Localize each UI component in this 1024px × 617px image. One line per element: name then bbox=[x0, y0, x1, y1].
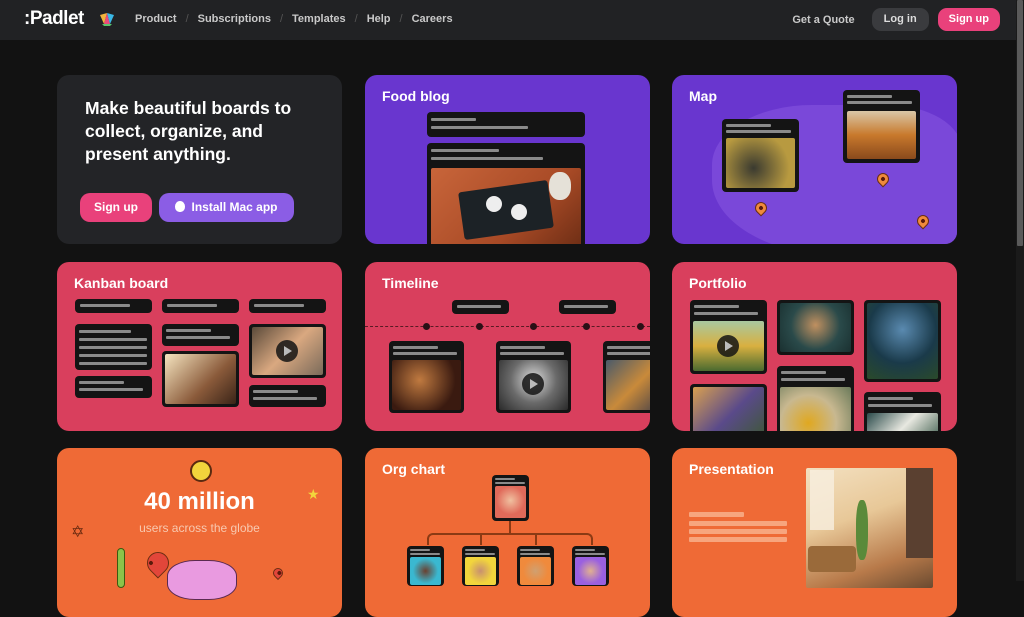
post-card bbox=[496, 341, 571, 413]
timeline-label bbox=[452, 300, 509, 314]
install-mac-app-button[interactable]: Install Mac app bbox=[159, 193, 294, 222]
org-connector bbox=[427, 533, 593, 545]
card-title: Map bbox=[689, 88, 717, 104]
slide-text-line bbox=[689, 512, 744, 517]
post-card bbox=[864, 300, 941, 382]
org-connector bbox=[509, 521, 511, 533]
padlet-crown-icon bbox=[100, 13, 114, 26]
org-connector bbox=[535, 533, 537, 545]
org-node-top bbox=[492, 475, 529, 521]
menu-separator: / bbox=[399, 13, 403, 25]
timeline-line bbox=[365, 326, 650, 327]
map-post-lion bbox=[843, 90, 920, 163]
column-header bbox=[162, 299, 239, 313]
main-menu: Product / Subscriptions / Templates / He… bbox=[135, 13, 453, 25]
menu-separator: / bbox=[354, 13, 358, 25]
post-card bbox=[603, 341, 650, 413]
org-connector bbox=[480, 533, 482, 545]
menu-subscriptions[interactable]: Subscriptions bbox=[198, 13, 271, 25]
play-icon bbox=[717, 335, 739, 357]
card-title: Presentation bbox=[689, 461, 774, 477]
map-post-elephant bbox=[722, 119, 799, 192]
post-card bbox=[75, 376, 152, 398]
hero-signup-button[interactable]: Sign up bbox=[80, 193, 152, 222]
template-card-org-chart[interactable]: Org chart bbox=[365, 448, 650, 617]
template-card-presentation[interactable]: Presentation bbox=[672, 448, 957, 617]
template-card-portfolio[interactable]: Portfolio bbox=[672, 262, 957, 431]
get-quote-link[interactable]: Get a Quote bbox=[792, 14, 854, 26]
cactus-icon bbox=[117, 548, 125, 588]
menu-separator: / bbox=[185, 13, 189, 25]
menu-separator: / bbox=[279, 13, 284, 25]
timeline-dot bbox=[423, 323, 430, 330]
org-node bbox=[407, 546, 444, 586]
timeline-dot bbox=[583, 323, 590, 330]
template-card-food-blog[interactable]: Food blog bbox=[365, 75, 650, 244]
nav-actions: Get a Quote Log in Sign up bbox=[792, 8, 1000, 31]
org-node bbox=[572, 546, 609, 586]
menu-careers[interactable]: Careers bbox=[412, 13, 453, 25]
timeline-dot bbox=[530, 323, 537, 330]
living-room-image bbox=[806, 468, 933, 588]
org-node bbox=[517, 546, 554, 586]
hero-headline: Make beautiful boards to collect, organi… bbox=[85, 98, 292, 164]
timeline-dot bbox=[476, 323, 483, 330]
top-navbar: :Padlet Product / Subscriptions / Templa… bbox=[0, 0, 1016, 40]
card-title: Food blog bbox=[382, 88, 450, 104]
monster-mascot bbox=[167, 560, 237, 600]
play-icon bbox=[522, 373, 544, 395]
template-card-timeline[interactable]: Timeline bbox=[365, 262, 650, 431]
post-card bbox=[249, 385, 326, 407]
slide-text-line bbox=[689, 537, 787, 542]
timeline-dot bbox=[637, 323, 644, 330]
install-mac-label: Install Mac app bbox=[191, 200, 278, 214]
stats-number: 40 million bbox=[144, 488, 255, 515]
template-card-map[interactable]: Map bbox=[672, 75, 957, 244]
post-card bbox=[249, 324, 326, 378]
menu-product[interactable]: Product bbox=[135, 13, 177, 25]
card-title: Kanban board bbox=[74, 275, 169, 291]
login-button[interactable]: Log in bbox=[871, 8, 929, 31]
padlet-logo[interactable]: :Padlet bbox=[24, 8, 84, 30]
play-icon bbox=[276, 340, 298, 362]
post-card bbox=[777, 300, 854, 355]
menu-help[interactable]: Help bbox=[367, 13, 391, 25]
signup-button[interactable]: Sign up bbox=[937, 8, 1000, 31]
timeline-label bbox=[559, 300, 616, 314]
hero-card: Make beautiful boards to collect, organi… bbox=[57, 75, 342, 244]
card-title: Org chart bbox=[382, 461, 446, 477]
post-card bbox=[427, 143, 585, 244]
post-card bbox=[389, 341, 464, 413]
stats-card: ★ ✡ 40 million users across the globe bbox=[57, 448, 342, 617]
org-node bbox=[462, 546, 499, 586]
menu-templates[interactable]: Templates bbox=[292, 13, 346, 25]
stats-label: users across the globe bbox=[139, 521, 260, 535]
post-card bbox=[690, 300, 767, 374]
template-card-kanban-board[interactable]: Kanban board bbox=[57, 262, 342, 431]
location-pin-icon bbox=[270, 565, 286, 581]
column-header bbox=[249, 299, 326, 313]
moon-icon bbox=[190, 460, 212, 482]
card-title: Portfolio bbox=[689, 275, 747, 291]
post-card bbox=[777, 366, 854, 431]
post-card bbox=[75, 324, 152, 370]
apple-icon bbox=[175, 201, 186, 212]
card-title: Timeline bbox=[382, 275, 439, 291]
column-header bbox=[75, 299, 152, 313]
slide-text-line bbox=[689, 529, 787, 534]
post-card bbox=[162, 351, 239, 407]
scrollbar-thumb[interactable] bbox=[1017, 0, 1023, 246]
post-card bbox=[690, 384, 767, 431]
post-card bbox=[162, 324, 239, 346]
slide-text-line bbox=[689, 521, 787, 526]
post-card bbox=[427, 112, 585, 137]
post-card bbox=[864, 392, 941, 431]
sushi-image bbox=[431, 168, 581, 244]
